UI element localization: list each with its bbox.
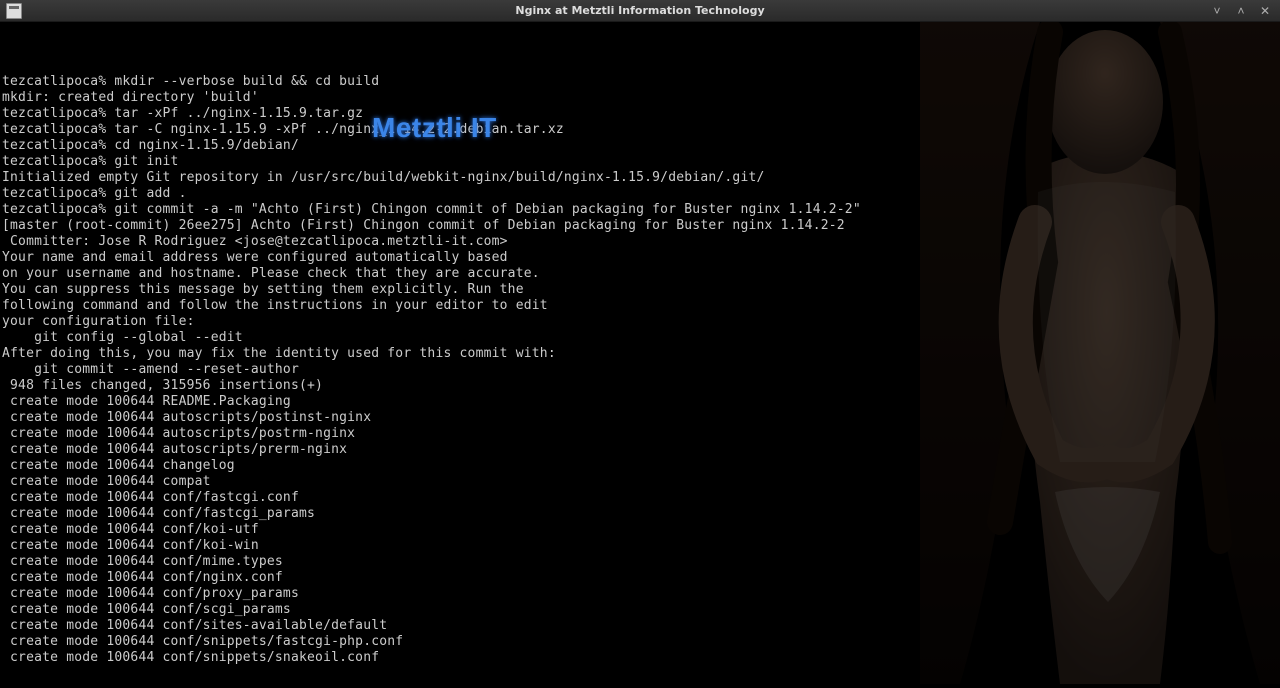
terminal-line: create mode 100644 conf/mime.types <box>2 554 1278 570</box>
terminal-line: git config --global --edit <box>2 330 1278 346</box>
terminal-line: create mode 100644 compat <box>2 474 1278 490</box>
terminal-line: create mode 100644 conf/fastcgi_params <box>2 506 1278 522</box>
terminal-line: tezcatlipoca% mkdir --verbose build && c… <box>2 74 1278 90</box>
terminal-line: mkdir: created directory 'build' <box>2 90 1278 106</box>
window-titlebar: Nginx at Metztli Information Technology … <box>0 0 1280 22</box>
window-title: Nginx at Metztli Information Technology <box>0 4 1280 17</box>
terminal-line: create mode 100644 conf/snippets/fastcgi… <box>2 634 1278 650</box>
terminal-line: tezcatlipoca% git init <box>2 154 1278 170</box>
terminal-line: create mode 100644 conf/proxy_params <box>2 586 1278 602</box>
window-app-icon <box>6 3 22 19</box>
terminal-line: You can suppress this message by setting… <box>2 282 1278 298</box>
terminal-line: following command and follow the instruc… <box>2 298 1278 314</box>
terminal-line: your configuration file: <box>2 314 1278 330</box>
terminal-line: tezcatlipoca% tar -xPf ../nginx-1.15.9.t… <box>2 106 1278 122</box>
terminal-line: create mode 100644 autoscripts/postinst-… <box>2 410 1278 426</box>
terminal-line: create mode 100644 autoscripts/prerm-ngi… <box>2 442 1278 458</box>
terminal-line: tezcatlipoca% git add . <box>2 186 1278 202</box>
terminal-line: create mode 100644 conf/fastcgi.conf <box>2 490 1278 506</box>
close-button[interactable]: ✕ <box>1258 4 1272 18</box>
terminal-line: create mode 100644 autoscripts/postrm-ng… <box>2 426 1278 442</box>
terminal-line: tezcatlipoca% tar -C nginx-1.15.9 -xPf .… <box>2 122 1278 138</box>
terminal-line: tezcatlipoca% cd nginx-1.15.9/debian/ <box>2 138 1278 154</box>
terminal-line: create mode 100644 conf/koi-win <box>2 538 1278 554</box>
terminal-line: create mode 100644 conf/koi-utf <box>2 522 1278 538</box>
terminal-line: git commit --amend --reset-author <box>2 362 1278 378</box>
terminal-line: create mode 100644 conf/sites-available/… <box>2 618 1278 634</box>
terminal-line: Committer: Jose R Rodriguez <jose@tezcat… <box>2 234 1278 250</box>
terminal-line: create mode 100644 README.Packaging <box>2 394 1278 410</box>
terminal-line: 948 files changed, 315956 insertions(+) <box>2 378 1278 394</box>
window-controls: ˅ ˄ ✕ <box>1210 4 1280 18</box>
terminal-line: create mode 100644 conf/snippets/snakeoi… <box>2 650 1278 666</box>
terminal-line: Your name and email address were configu… <box>2 250 1278 266</box>
terminal-line: Initialized empty Git repository in /usr… <box>2 170 1278 186</box>
terminal-line: on your username and hostname. Please ch… <box>2 266 1278 282</box>
minimize-button[interactable]: ˅ <box>1210 4 1224 18</box>
terminal-viewport[interactable]: Metztli IT tezcatlipoca% mkdir --verbose… <box>0 22 1280 682</box>
terminal-line: After doing this, you may fix the identi… <box>2 346 1278 362</box>
terminal-line: create mode 100644 conf/scgi_params <box>2 602 1278 618</box>
maximize-button[interactable]: ˄ <box>1234 4 1248 18</box>
terminal-line: [master (root-commit) 26ee275] Achto (Fi… <box>2 218 1278 234</box>
terminal-output: tezcatlipoca% mkdir --verbose build && c… <box>2 74 1278 666</box>
terminal-line: create mode 100644 conf/nginx.conf <box>2 570 1278 586</box>
terminal-line: tezcatlipoca% git commit -a -m "Achto (F… <box>2 202 1278 218</box>
terminal-line: create mode 100644 changelog <box>2 458 1278 474</box>
